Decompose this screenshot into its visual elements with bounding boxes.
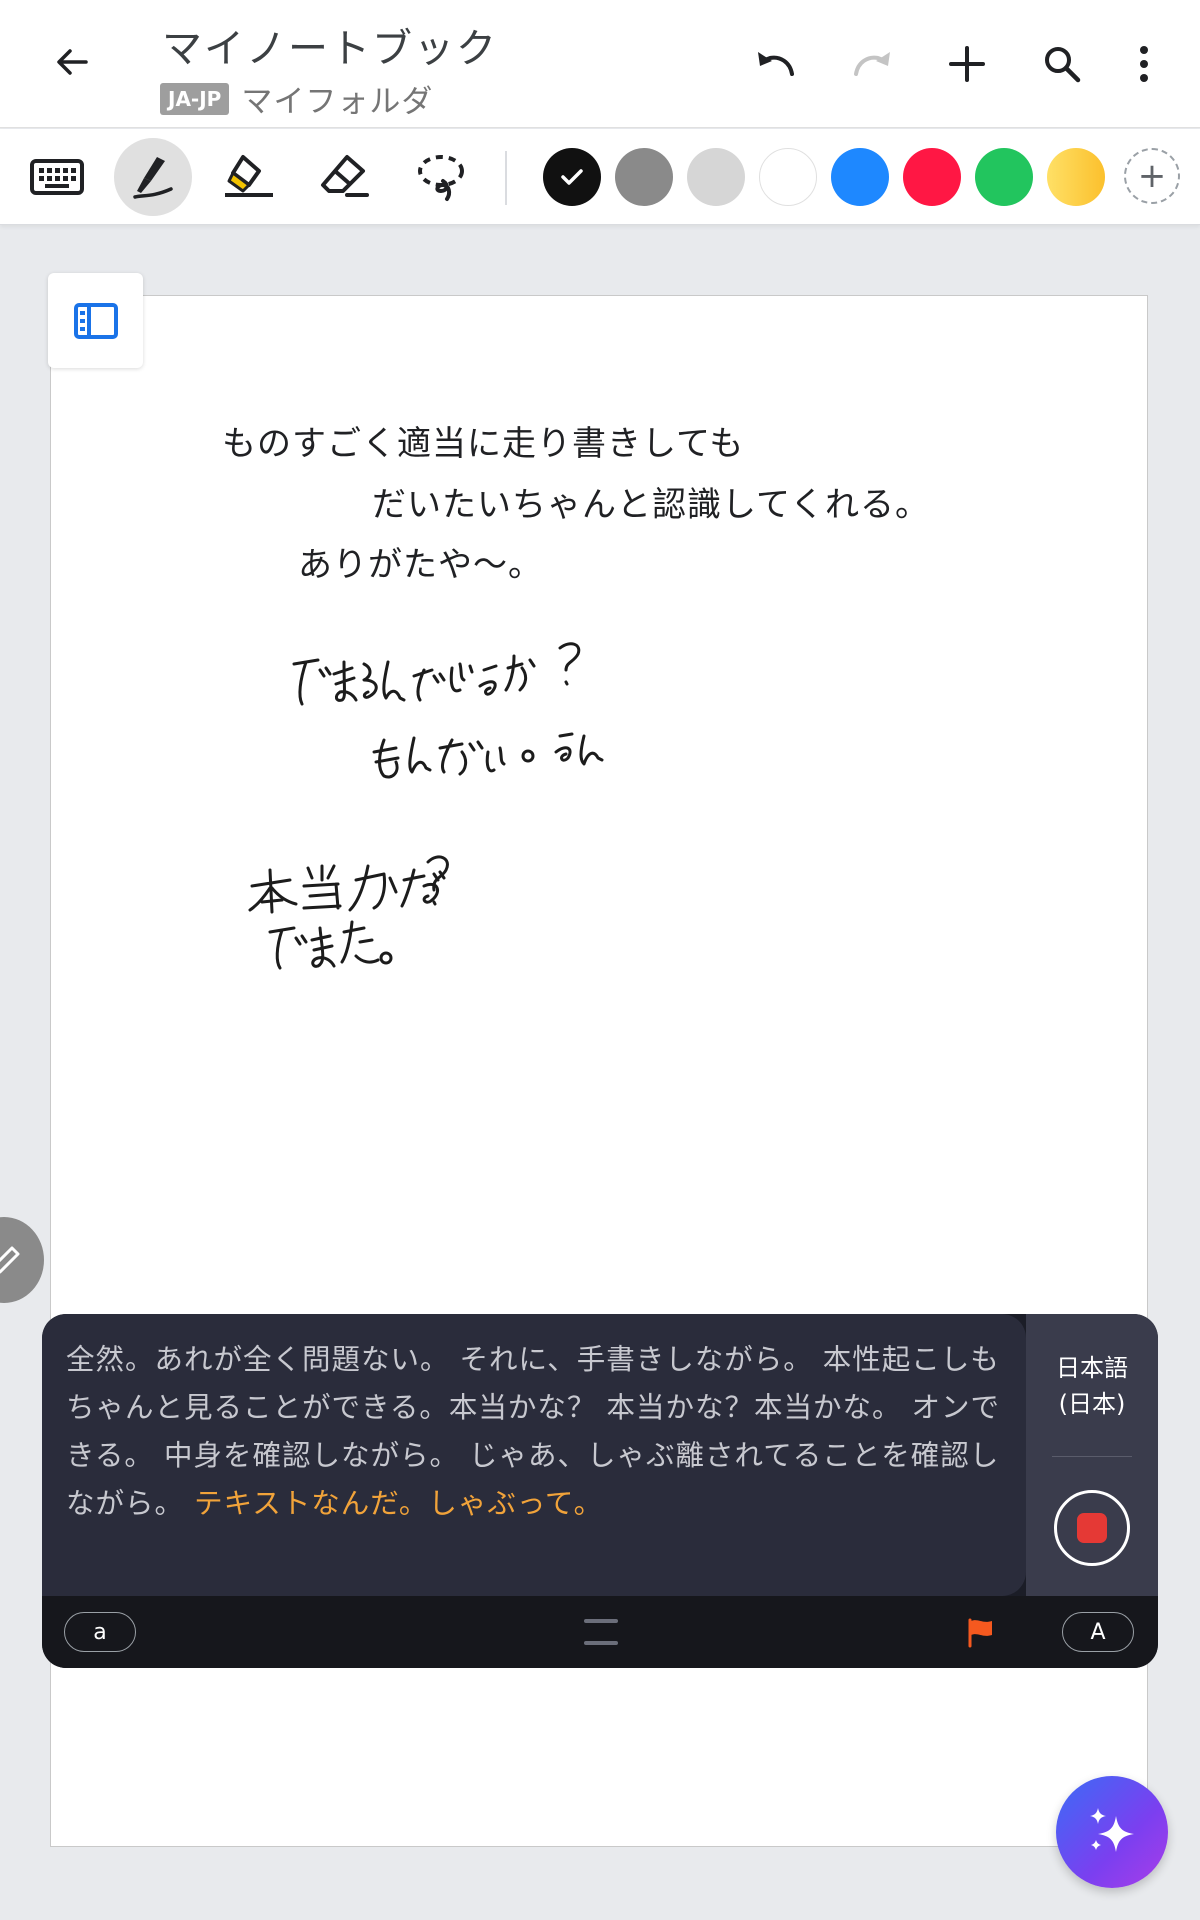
highlighter-tool[interactable] (210, 138, 288, 216)
language-region: (日本) (1058, 1390, 1126, 1418)
drag-handle-icon[interactable] (584, 1619, 618, 1645)
back-arrow-icon (57, 49, 88, 75)
search-icon (1045, 47, 1081, 83)
stop-icon (1077, 1513, 1107, 1543)
transcript-text: 全然。あれが全く問題ない。 それに、手書きしながら。 本性起こしもちゃんと見るこ… (66, 1336, 1016, 1528)
redo-button[interactable] (840, 32, 904, 96)
app-header: マイノートブック JA-JP マイフォルダ (0, 0, 1200, 128)
color-swatch-light-gray[interactable] (687, 148, 745, 206)
record-stop-button[interactable] (1054, 1490, 1130, 1566)
side-pen-tab[interactable] (0, 1217, 44, 1303)
lowercase-button[interactable]: a (64, 1612, 136, 1652)
add-color-label: + (1137, 156, 1167, 196)
more-menu-button[interactable] (1112, 32, 1176, 96)
language-selector[interactable]: 日本語 (日本) (1026, 1350, 1158, 1422)
toolbar-divider (505, 151, 507, 205)
eraser-icon (321, 155, 369, 197)
color-swatch-gray[interactable] (615, 148, 673, 206)
notebook-subtitle: JA-JP マイフォルダ (160, 76, 433, 121)
color-swatch-red[interactable] (903, 148, 961, 206)
voice-input-panel: 全然。あれが全く問題ない。 それに、手書きしながら。 本性起こしもちゃんと見るこ… (42, 1314, 1158, 1668)
color-swatch-white[interactable] (759, 148, 817, 206)
color-swatch-green[interactable] (975, 148, 1033, 206)
check-icon (561, 169, 583, 185)
add-page-button[interactable] (935, 32, 999, 96)
color-swatch-black[interactable] (543, 148, 601, 206)
color-swatch-blue[interactable] (831, 148, 889, 206)
language-name: 日本語 (1056, 1354, 1128, 1382)
typed-text-line: ありがたや〜。 (298, 545, 543, 585)
typed-text-line: ものすごく適当に走り書きしても (222, 424, 745, 464)
sparkle-icon (1090, 1808, 1134, 1852)
transcript-pending: テキストなんだ。しゃぶって。 (194, 1487, 604, 1520)
voice-panel-footer: a A (42, 1596, 1158, 1668)
transcript-area[interactable]: 全然。あれが全く問題ない。 それに、手書きしながら。 本性起こしもちゃんと見るこ… (42, 1314, 1026, 1596)
notebook-title[interactable]: マイノートブック (162, 16, 498, 74)
folder-name[interactable]: マイフォルダ (241, 76, 433, 121)
lasso-tool[interactable] (402, 138, 480, 216)
search-button[interactable] (1030, 32, 1094, 96)
pen-tool[interactable] (114, 138, 192, 216)
undo-icon (758, 52, 794, 76)
language-badge: JA-JP (160, 82, 230, 115)
add-color-button[interactable]: + (1124, 148, 1180, 204)
undo-button[interactable] (744, 32, 808, 96)
back-button[interactable] (40, 30, 104, 94)
keyboard-tool[interactable] (18, 138, 96, 216)
more-vert-icon (1140, 46, 1148, 82)
side-panel-toggle-button[interactable] (48, 273, 143, 368)
keyboard-icon (30, 159, 84, 195)
voice-controls: 日本語 (日本) (1026, 1314, 1158, 1596)
highlighter-icon (225, 155, 273, 197)
typed-text-line: だいたいちゃんと認識してくれる。 (372, 485, 930, 525)
plus-icon (949, 46, 985, 82)
ai-assistant-button[interactable] (1056, 1776, 1168, 1888)
eraser-tool[interactable] (306, 138, 384, 216)
uppercase-button[interactable]: A (1062, 1612, 1134, 1652)
pen-icon (133, 157, 173, 199)
lasso-icon (418, 155, 464, 201)
pen-edit-icon (0, 1246, 20, 1274)
color-swatch-yellow[interactable] (1047, 148, 1105, 206)
drawing-toolbar: + (0, 129, 1200, 225)
controls-divider (1052, 1456, 1132, 1457)
side-panel-icon (73, 302, 118, 339)
redo-icon (854, 52, 890, 76)
flag-icon[interactable] (966, 1616, 996, 1648)
